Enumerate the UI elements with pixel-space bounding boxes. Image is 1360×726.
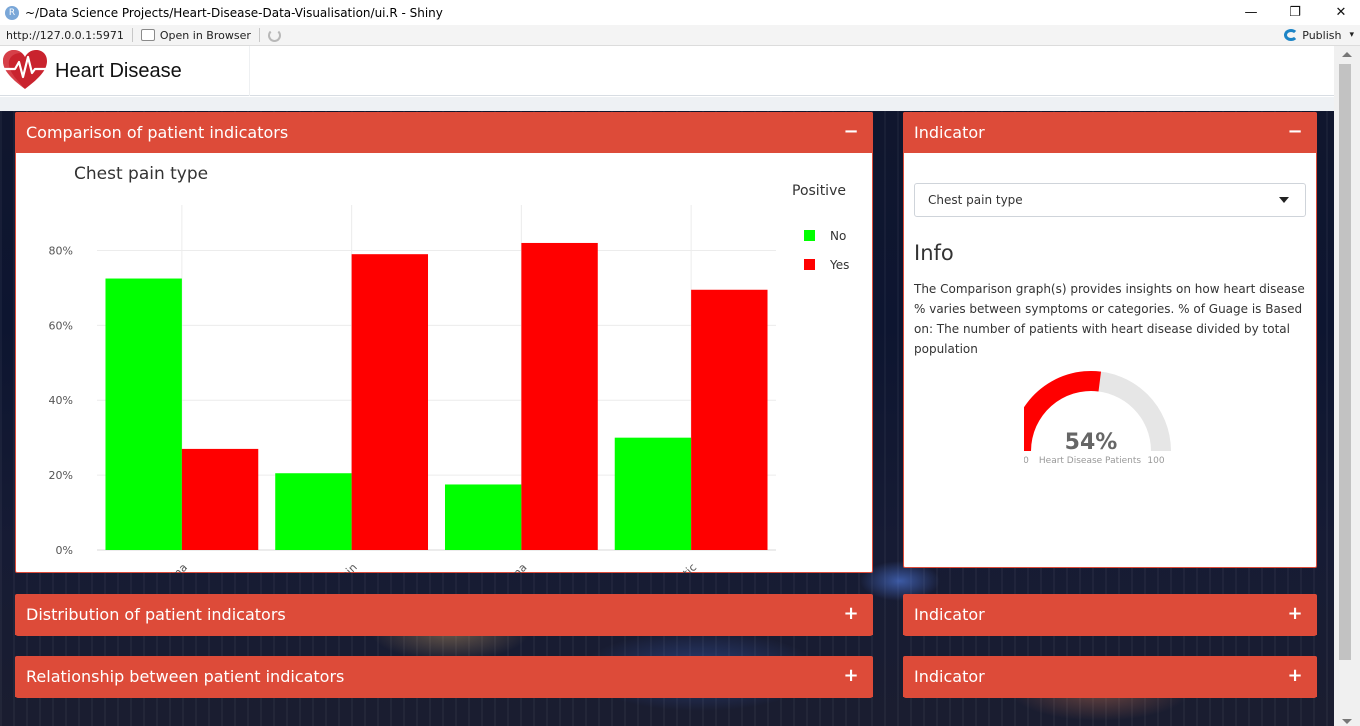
vertical-scrollbar[interactable] (1334, 46, 1360, 726)
brand-title: Heart Disease (55, 59, 182, 82)
comparison-box-title: Comparison of patient indicators (26, 123, 289, 142)
browser-window-icon (140, 29, 155, 41)
x-tick-label: Typical angina (125, 561, 190, 573)
close-window-button[interactable]: ✕ (1318, 0, 1360, 25)
indicator-box: Indicator − Chest pain type Info The Com… (903, 112, 1317, 568)
gauge-value: 54% (1065, 430, 1118, 455)
publish-label: Publish (1302, 28, 1342, 42)
indicator-select-value: Chest pain type (928, 193, 1023, 207)
gauge-min-label: 0 (1024, 456, 1029, 463)
legend-swatch-yes[interactable] (804, 259, 815, 270)
window-title: ~/Data Science Projects/Heart-Disease-Da… (25, 5, 443, 20)
relationship-box-header: Relationship between patient indicators … (15, 656, 873, 697)
relationship-box-title: Relationship between patient indicators (26, 667, 345, 686)
expand-button[interactable]: + (843, 667, 859, 685)
caret-down-icon (1279, 197, 1289, 203)
collapse-button[interactable]: − (843, 123, 859, 141)
bar-no-0[interactable] (105, 278, 182, 550)
bar-no-3[interactable] (614, 437, 692, 550)
x-tick-label: Non-anginal pain (284, 561, 359, 573)
bar-yes-2[interactable] (521, 242, 598, 550)
distribution-box-header: Distribution of patient indicators + (15, 594, 873, 635)
x-tick-label: Asymptomatic (634, 561, 699, 573)
bar-no-1[interactable] (275, 473, 352, 550)
collapse-button[interactable]: − (1287, 123, 1303, 141)
relationship-box: Relationship between patient indicators … (15, 656, 873, 698)
y-tick-label: 80% (49, 244, 73, 257)
expand-button[interactable]: + (1287, 605, 1303, 623)
chart-title: Chest pain type (74, 164, 208, 184)
open-in-browser-button[interactable]: Open in Browser (140, 28, 251, 42)
legend-title: Positive (792, 183, 846, 199)
indicator-box-3-title: Indicator (914, 667, 985, 686)
restore-button[interactable]: ❐ (1272, 0, 1318, 25)
indicator-box-body: Chest pain type Info The Comparison grap… (904, 153, 1316, 567)
publish-button[interactable]: Publish ▾ (1284, 29, 1354, 42)
expand-button[interactable]: + (1287, 667, 1303, 685)
indicator-box-header: Indicator − (903, 112, 1317, 153)
toolbar-divider (131, 28, 133, 42)
y-tick-label: 0% (56, 544, 73, 557)
bar-no-2[interactable] (444, 484, 522, 550)
indicator-box-3-header: Indicator + (903, 656, 1317, 697)
bar-yes-0[interactable] (181, 448, 259, 550)
minimize-button[interactable]: — (1228, 0, 1274, 25)
y-tick-label: 40% (49, 394, 73, 407)
shiny-app: Heart Disease Comparison of patient indi… (0, 46, 1334, 726)
expand-button[interactable]: + (843, 605, 859, 623)
indicator-box-2-header: Indicator + (903, 594, 1317, 635)
indicator-box-2-title: Indicator (914, 605, 985, 624)
indicator-box-title: Indicator (914, 123, 985, 142)
x-tick-label: Atypical angina (460, 561, 529, 573)
bar-yes-1[interactable] (351, 254, 429, 550)
distribution-box: Distribution of patient indicators + (15, 594, 873, 636)
gauge-chart: 54% 0 Heart Disease Patients 100 (1024, 371, 1171, 463)
heart-pulse-icon (3, 50, 47, 89)
open-in-browser-label: Open in Browser (159, 28, 251, 42)
legend-label-no[interactable]: No (830, 229, 846, 243)
dashboard-body: Comparison of patient indicators − Chest… (0, 97, 1334, 726)
toolbar-divider (258, 28, 260, 42)
indicator-select[interactable]: Chest pain type (914, 183, 1306, 217)
gauge-max-label: 100 (1147, 456, 1164, 463)
y-tick-label: 60% (49, 319, 73, 332)
legend-label-yes[interactable]: Yes (829, 258, 849, 272)
scrollbar-thumb[interactable] (1339, 64, 1351, 660)
scroll-down-icon[interactable] (1342, 719, 1352, 724)
bar-chart: Chest pain type 0% 20% 40% 60% 80% Typical ang… (49, 164, 850, 573)
distribution-box-title: Distribution of patient indicators (26, 605, 286, 624)
gauge-caption: Heart Disease Patients (1039, 456, 1142, 463)
refresh-icon[interactable] (267, 28, 281, 42)
url-text[interactable]: http://127.0.0.1:5971 (6, 29, 124, 42)
viewer-toolbar: http://127.0.0.1:5971 Open in Browser Pu… (0, 25, 1360, 46)
publish-icon (1284, 29, 1299, 41)
bar-yes-3[interactable] (691, 289, 768, 550)
chevron-down-icon: ▾ (1349, 30, 1354, 40)
logo[interactable]: Heart Disease (0, 46, 250, 96)
legend-swatch-no[interactable] (804, 230, 815, 241)
rstudio-app-icon: R (5, 5, 19, 20)
main-header: Heart Disease (0, 46, 1334, 96)
info-heading: Info (914, 241, 954, 265)
info-text: The Comparison graph(s) provides insight… (914, 282, 1305, 356)
y-tick-label: 20% (49, 469, 73, 482)
indicator-box-3: Indicator + (903, 656, 1317, 698)
window-titlebar: R ~/Data Science Projects/Heart-Disease-… (0, 0, 1360, 25)
scroll-up-icon[interactable] (1342, 52, 1352, 57)
indicator-box-2: Indicator + (903, 594, 1317, 636)
comparison-box-header: Comparison of patient indicators − (15, 112, 873, 153)
comparison-box: Comparison of patient indicators − Chest… (15, 112, 873, 573)
